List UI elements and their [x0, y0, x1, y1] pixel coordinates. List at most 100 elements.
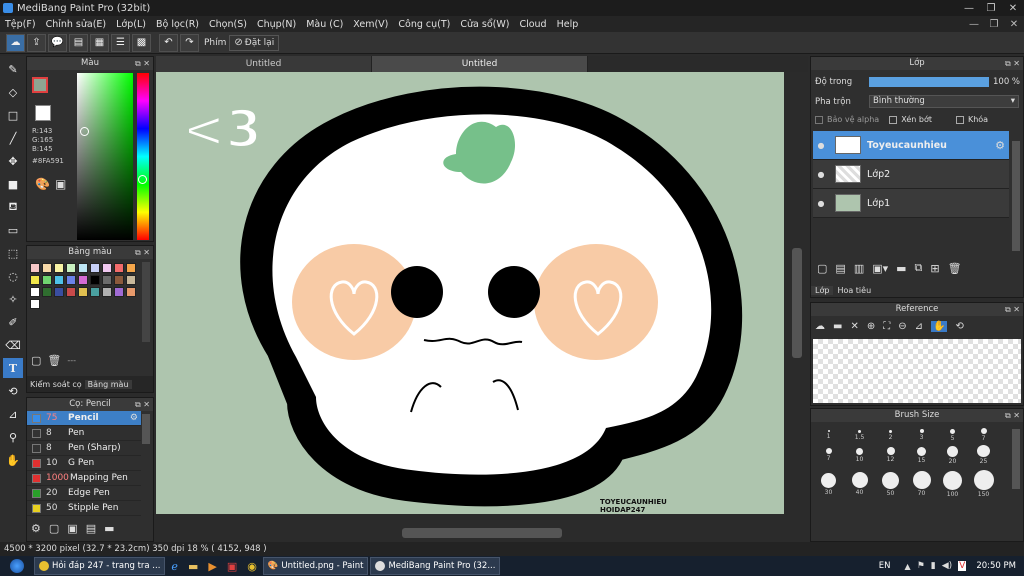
taskbar-app-icon[interactable]: ▣	[223, 557, 241, 575]
taskbar-item-browser[interactable]: Hỏi đáp 247 - trang tra ...	[34, 557, 166, 575]
delete-layer-icon[interactable]: 🗑	[948, 262, 962, 275]
brush-size-option[interactable]: 3	[906, 425, 937, 445]
menu-help[interactable]: Help	[552, 19, 584, 30]
palette-swatch[interactable]	[66, 275, 76, 285]
new-layer-icon[interactable]: ▢	[817, 262, 827, 275]
doc-minimize-button[interactable]: —	[964, 19, 984, 30]
palette-swatch[interactable]	[42, 287, 52, 297]
new-8bit-layer-icon[interactable]: ▥	[854, 262, 864, 275]
hand-tool-icon[interactable]: ✋	[3, 450, 23, 470]
layer-row-lop1[interactable]: ● Lớp1	[813, 189, 1009, 218]
brush-size-option[interactable]: 5	[937, 425, 968, 445]
brush-size-option[interactable]: 1.5	[844, 425, 875, 445]
palette-swatch[interactable]	[102, 263, 112, 273]
canvas-v-scrollbar[interactable]	[790, 72, 804, 514]
brush-add-icon[interactable]: ▣	[67, 522, 77, 535]
brush-size-scrollbar[interactable]	[1012, 429, 1020, 489]
palette-swatch[interactable]	[66, 287, 76, 297]
brush-copy-icon[interactable]: ▤	[86, 522, 96, 535]
brush-size-option[interactable]: 12	[875, 445, 906, 465]
brush-size-close-icon[interactable]: ⧉ ✕	[1005, 409, 1020, 422]
menu-capture[interactable]: Chụp(N)	[252, 19, 301, 30]
palette-swatch[interactable]	[114, 275, 124, 285]
palette-swatch[interactable]	[54, 287, 64, 297]
brush-size-option[interactable]: 25	[968, 445, 999, 465]
fit-icon[interactable]: ⛶	[883, 321, 890, 332]
palette-swatch[interactable]	[102, 275, 112, 285]
language-indicator[interactable]: EN	[879, 561, 891, 571]
brush-item[interactable]: 10 G Pen	[27, 456, 141, 471]
layer-row-lop2[interactable]: ● Lớp2	[813, 160, 1009, 189]
fill-rect-tool-icon[interactable]: ■	[3, 174, 23, 194]
brush-size-option[interactable]: 2	[875, 425, 906, 445]
menu-window[interactable]: Cửa sổ(W)	[455, 19, 514, 30]
brush-size-option[interactable]: 1	[813, 425, 844, 445]
brush-item[interactable]: 75 Pencil ⚙	[27, 411, 141, 426]
doc-close-button[interactable]: ✕	[1004, 19, 1024, 30]
palette-swatch[interactable]	[102, 287, 112, 297]
maximize-button[interactable]: ❐	[980, 3, 1002, 14]
palette-swatch[interactable]	[114, 287, 124, 297]
comment-icon[interactable]: ▤	[69, 33, 88, 52]
layer-add-menu-icon[interactable]: ▣▾	[872, 262, 888, 275]
menu-edit[interactable]: Chỉnh sửa(E)	[41, 19, 112, 30]
palette-close-icon[interactable]: ⧉ ✕	[135, 246, 150, 259]
panel-close-icon[interactable]: ⧉ ✕	[135, 57, 150, 70]
chat-icon[interactable]: 💬	[48, 33, 67, 52]
palette-swatch[interactable]	[90, 287, 100, 297]
rectangle-tool-icon[interactable]: □	[3, 105, 23, 125]
magic-wand-tool-icon[interactable]: ✧	[3, 289, 23, 309]
brush-item[interactable]: 20 Edge Pen	[27, 486, 141, 501]
menu-cloud[interactable]: Cloud	[514, 19, 551, 30]
palette-swatch[interactable]	[42, 275, 52, 285]
taskbar-media-icon[interactable]: ▶	[204, 557, 220, 575]
palette-swatch[interactable]	[126, 275, 136, 285]
palette-swatch[interactable]	[78, 275, 88, 285]
brush-tool-icon[interactable]: ✎	[3, 59, 23, 79]
brush-item[interactable]: 1000 Mapping Pen	[27, 471, 141, 486]
palette-swatch[interactable]	[126, 287, 136, 297]
menu-view[interactable]: Xem(V)	[348, 19, 393, 30]
palette-swatch[interactable]	[78, 263, 88, 273]
brush-item[interactable]: 50 Stipple Pen	[27, 501, 141, 516]
brush-settings-icon[interactable]: ⚙	[31, 522, 41, 535]
reference-dropper-icon[interactable]: ⊿	[915, 321, 923, 332]
brush-size-option[interactable]: 50	[875, 465, 906, 503]
folder-open-icon[interactable]: ▬	[833, 321, 842, 332]
tab-untitled-1[interactable]: Untitled	[156, 56, 372, 72]
menu-tools[interactable]: Công cụ(T)	[393, 19, 455, 30]
palette-swatch[interactable]	[90, 275, 100, 285]
brush-close-icon[interactable]: ⧉ ✕	[135, 398, 150, 411]
zoom-out-icon[interactable]: ⊖	[898, 321, 906, 332]
palette-edit-icon[interactable]: ▣	[55, 177, 66, 191]
brush-size-option[interactable]: 40	[844, 465, 875, 503]
palette-swatch[interactable]	[126, 263, 136, 273]
tab-untitled-2[interactable]: Untitled	[372, 56, 588, 72]
cloud-open-icon[interactable]: ☁	[815, 321, 825, 332]
list-icon[interactable]: ☰	[111, 33, 130, 52]
tray-flag-icon[interactable]: ⚑	[917, 561, 925, 571]
grid-icon[interactable]: ▩	[132, 33, 151, 52]
menu-file[interactable]: Tệp(F)	[0, 19, 41, 30]
layer-close-icon[interactable]: ⧉ ✕	[1005, 57, 1020, 70]
cloud-icon[interactable]: ☁	[6, 33, 25, 52]
background-color-swatch[interactable]	[35, 105, 51, 121]
redo-icon[interactable]: ↷	[180, 33, 199, 52]
new-halftone-layer-icon[interactable]: ▤	[835, 262, 845, 275]
saturation-value-field[interactable]	[77, 73, 133, 240]
brush-size-option[interactable]: 7	[813, 445, 844, 465]
rotate-icon[interactable]: ⟲	[955, 321, 963, 332]
brush-size-option[interactable]: 70	[906, 465, 937, 503]
taskbar-item-paint[interactable]: 🎨 Untitled.png - Paint	[262, 557, 369, 575]
menu-color[interactable]: Màu (C)	[301, 19, 348, 30]
hue-slider[interactable]	[137, 73, 149, 240]
upload-icon[interactable]: ⇪	[27, 33, 46, 52]
tray-volume-icon[interactable]: ◀)	[942, 561, 952, 571]
layer-scrollbar[interactable]	[1012, 141, 1020, 251]
brush-size-option[interactable]: 20	[937, 445, 968, 465]
taskbar-folder-icon[interactable]: ▬	[184, 557, 202, 575]
reference-close-icon[interactable]: ⧉ ✕	[1005, 303, 1020, 316]
gradient-tool-icon[interactable]: ▭	[3, 220, 23, 240]
brush-folder-icon[interactable]: ▬	[104, 522, 114, 535]
reset-button[interactable]: ⊘ Đặt lại	[229, 34, 280, 51]
